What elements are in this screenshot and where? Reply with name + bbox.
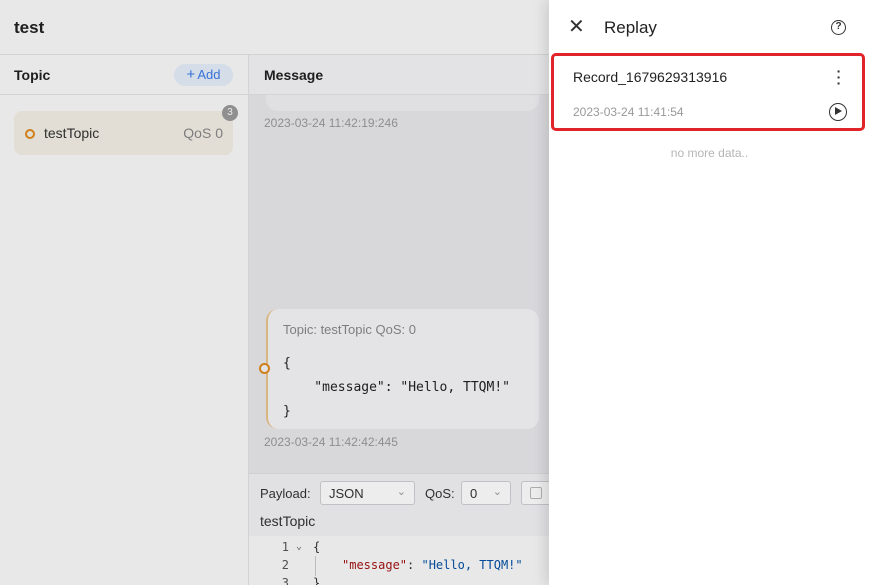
no-more-data-text: no more data.. <box>670 146 749 160</box>
help-icon[interactable]: ? <box>831 20 846 35</box>
record-timestamp: 2023-03-24 11:41:54 <box>573 105 684 119</box>
record-name: Record_1679629313916 <box>573 69 728 85</box>
drawer-backdrop[interactable] <box>0 0 549 585</box>
drawer-title: Replay <box>604 18 657 37</box>
more-vertical-icon[interactable]: · · · <box>834 64 844 90</box>
replay-drawer: ✕ Replay ? Record_1679629313916 · · · 2023… <box>549 0 870 585</box>
close-icon[interactable]: ✕ <box>568 16 588 38</box>
play-triangle <box>835 107 842 115</box>
play-icon[interactable] <box>829 103 847 121</box>
replay-record-card[interactable]: Record_1679629313916 · · · 2023-03-24 11:4… <box>551 53 865 131</box>
